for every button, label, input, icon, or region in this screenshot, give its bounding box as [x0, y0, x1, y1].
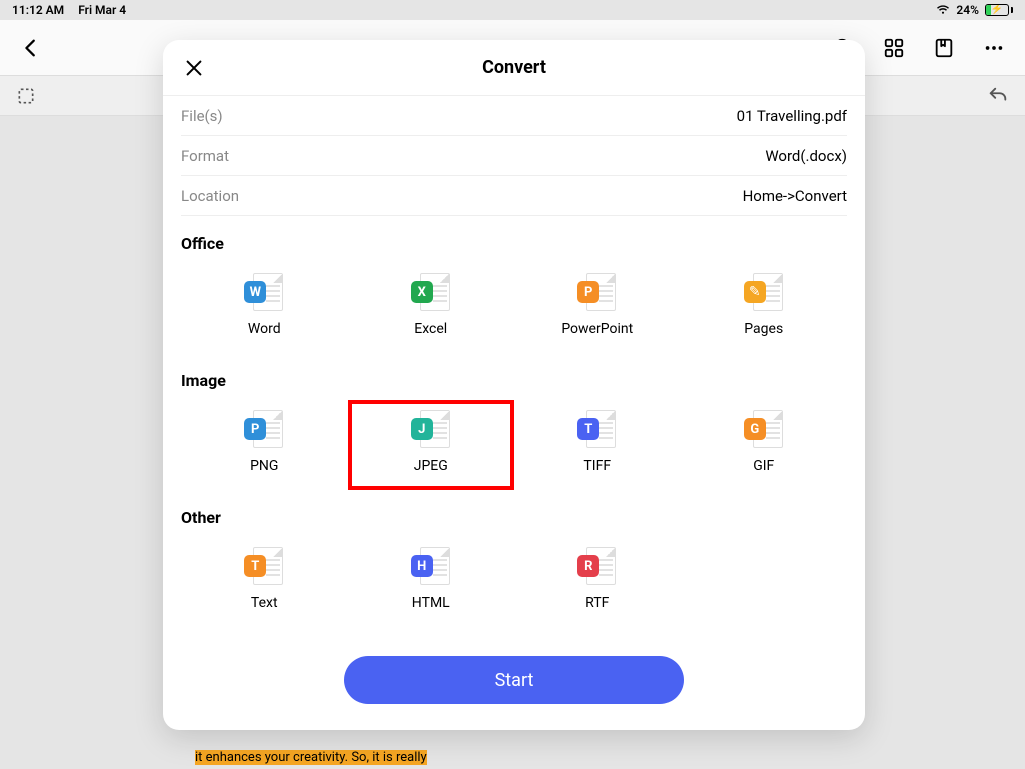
format-label: HTML	[412, 595, 450, 611]
location-label: Location	[181, 187, 239, 205]
battery-percent: 24%	[956, 3, 979, 17]
other-title: Other	[181, 508, 847, 527]
format-label: Format	[181, 147, 229, 165]
format-label: JPEG	[414, 458, 448, 474]
status-time: 11:12 AM	[12, 3, 64, 17]
status-date: Fri Mar 4	[78, 3, 126, 17]
format-icon: R	[577, 547, 617, 585]
format-row[interactable]: Format Word(.docx)	[181, 136, 847, 176]
format-png[interactable]: P PNG	[181, 400, 348, 490]
format-icon: J	[411, 410, 451, 448]
format-label: Excel	[414, 321, 447, 337]
more-icon[interactable]	[983, 37, 1005, 59]
format-icon: X	[411, 273, 451, 311]
modal-title: Convert	[482, 57, 546, 78]
format-sections: Office W Word X Excel P PowerPoint Pages Image…	[181, 234, 847, 627]
format-label: TIFF	[583, 458, 611, 474]
format-icon: P	[577, 273, 617, 311]
select-tool-icon[interactable]	[16, 86, 36, 106]
wifi-icon	[936, 5, 950, 15]
location-value: Home->Convert	[743, 187, 847, 205]
start-button[interactable]: Start	[344, 656, 684, 704]
doc-line: it enhances your creativity. So, it is r…	[195, 750, 427, 765]
back-button[interactable]	[20, 37, 42, 59]
format-powerpoint[interactable]: P PowerPoint	[514, 263, 681, 353]
files-label: File(s)	[181, 107, 223, 125]
format-label: Text	[251, 595, 278, 611]
files-row[interactable]: File(s) 01 Travelling.pdf	[181, 96, 847, 136]
format-icon: G	[744, 410, 784, 448]
format-icon	[744, 273, 784, 311]
format-excel[interactable]: X Excel	[348, 263, 515, 353]
format-text[interactable]: T Text	[181, 537, 348, 627]
office-title: Office	[181, 234, 847, 253]
status-bar: 11:12 AM Fri Mar 4 24% ⚡	[0, 0, 1025, 20]
format-label: PNG	[250, 458, 278, 474]
format-label: Pages	[744, 321, 783, 337]
modal-header: Convert	[163, 40, 865, 96]
undo-icon[interactable]	[987, 85, 1009, 107]
files-value: 01 Travelling.pdf	[737, 107, 847, 125]
close-icon[interactable]	[183, 57, 205, 79]
format-html[interactable]: H HTML	[348, 537, 515, 627]
format-icon: H	[411, 547, 451, 585]
convert-modal: Convert File(s) 01 Travelling.pdf Format…	[163, 40, 865, 730]
location-row[interactable]: Location Home->Convert	[181, 176, 847, 216]
format-jpeg[interactable]: J JPEG	[348, 400, 515, 490]
format-pages[interactable]: Pages	[681, 263, 848, 353]
format-rtf[interactable]: R RTF	[514, 537, 681, 627]
format-gif[interactable]: G GIF	[681, 400, 848, 490]
format-label: Word	[248, 321, 281, 337]
format-icon: T	[577, 410, 617, 448]
format-icon: T	[244, 547, 284, 585]
format-label: GIF	[753, 458, 774, 474]
grid-icon[interactable]	[883, 37, 905, 59]
battery-icon: ⚡	[985, 4, 1013, 16]
image-title: Image	[181, 371, 847, 390]
bookmark-icon[interactable]	[933, 37, 955, 59]
format-icon: W	[244, 273, 284, 311]
format-label: RTF	[585, 595, 609, 611]
format-word[interactable]: W Word	[181, 263, 348, 353]
format-icon: P	[244, 410, 284, 448]
format-label: PowerPoint	[561, 321, 633, 337]
format-value: Word(.docx)	[765, 147, 847, 165]
format-tiff[interactable]: T TIFF	[514, 400, 681, 490]
